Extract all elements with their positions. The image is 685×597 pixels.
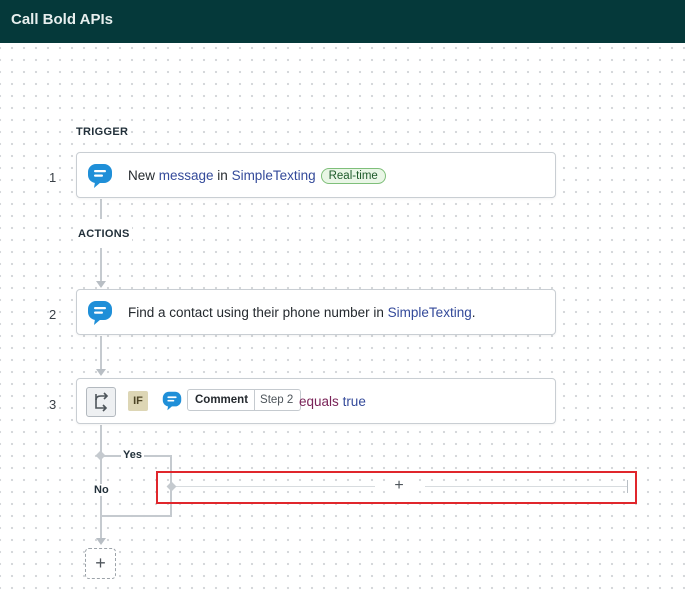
action-step-card[interactable]: Find a contact using their phone number … bbox=[76, 289, 556, 335]
simpletexting-chat-icon bbox=[88, 164, 112, 188]
condition-expression: equals true bbox=[299, 394, 366, 409]
branch-yes-label: Yes bbox=[121, 449, 144, 461]
trigger-step-text: New message in SimpleTexting Real-time bbox=[128, 168, 386, 184]
actions-section-label: ACTIONS bbox=[76, 227, 132, 241]
field-pill[interactable]: Comment Step 2 bbox=[187, 389, 302, 411]
step-number: 3 bbox=[49, 397, 57, 412]
branch-line bbox=[101, 515, 172, 517]
workflow-title[interactable]: Call Bold APIs bbox=[11, 11, 113, 28]
condition-value: true bbox=[342, 394, 366, 409]
app-link[interactable]: SimpleTexting bbox=[232, 168, 316, 183]
step-text-mid: in bbox=[213, 168, 232, 183]
branch-node-diamond bbox=[95, 450, 106, 461]
branch-path-icon bbox=[86, 387, 116, 417]
trigger-object-link[interactable]: message bbox=[159, 168, 214, 183]
step-text-suffix: . bbox=[471, 305, 476, 320]
connector-line bbox=[100, 425, 102, 540]
connector-arrow bbox=[96, 538, 106, 545]
field-step: Step 2 bbox=[260, 394, 294, 406]
connector-line bbox=[100, 336, 102, 372]
condition-operator: equals bbox=[299, 394, 339, 409]
connector-line bbox=[100, 199, 102, 219]
highlight-box bbox=[156, 471, 637, 504]
if-label: IF bbox=[128, 391, 148, 411]
connector-arrow bbox=[96, 281, 106, 288]
action-step-text: Find a contact using their phone number … bbox=[128, 305, 475, 320]
step-text-prefix: New bbox=[128, 168, 159, 183]
simpletexting-chat-icon bbox=[162, 391, 182, 411]
connector-line bbox=[100, 248, 102, 284]
connector-arrow bbox=[96, 369, 106, 376]
realtime-badge: Real-time bbox=[320, 168, 386, 184]
field-name: Comment bbox=[195, 394, 249, 406]
add-step-button[interactable]: + bbox=[85, 548, 116, 579]
app-link[interactable]: SimpleTexting bbox=[388, 305, 472, 320]
trigger-step-card[interactable]: New message in SimpleTexting Real-time bbox=[76, 152, 556, 198]
step-number: 2 bbox=[49, 307, 57, 322]
if-condition-card[interactable]: IF Comment Step 2 equals true bbox=[76, 378, 556, 424]
app-header: Call Bold APIs bbox=[0, 0, 685, 43]
step-number: 1 bbox=[49, 170, 57, 185]
branch-no-label: No bbox=[92, 484, 111, 496]
step-text-prefix: Find a contact using their phone number … bbox=[128, 305, 388, 320]
simpletexting-chat-icon bbox=[88, 301, 112, 325]
trigger-section-label: TRIGGER bbox=[74, 125, 131, 139]
